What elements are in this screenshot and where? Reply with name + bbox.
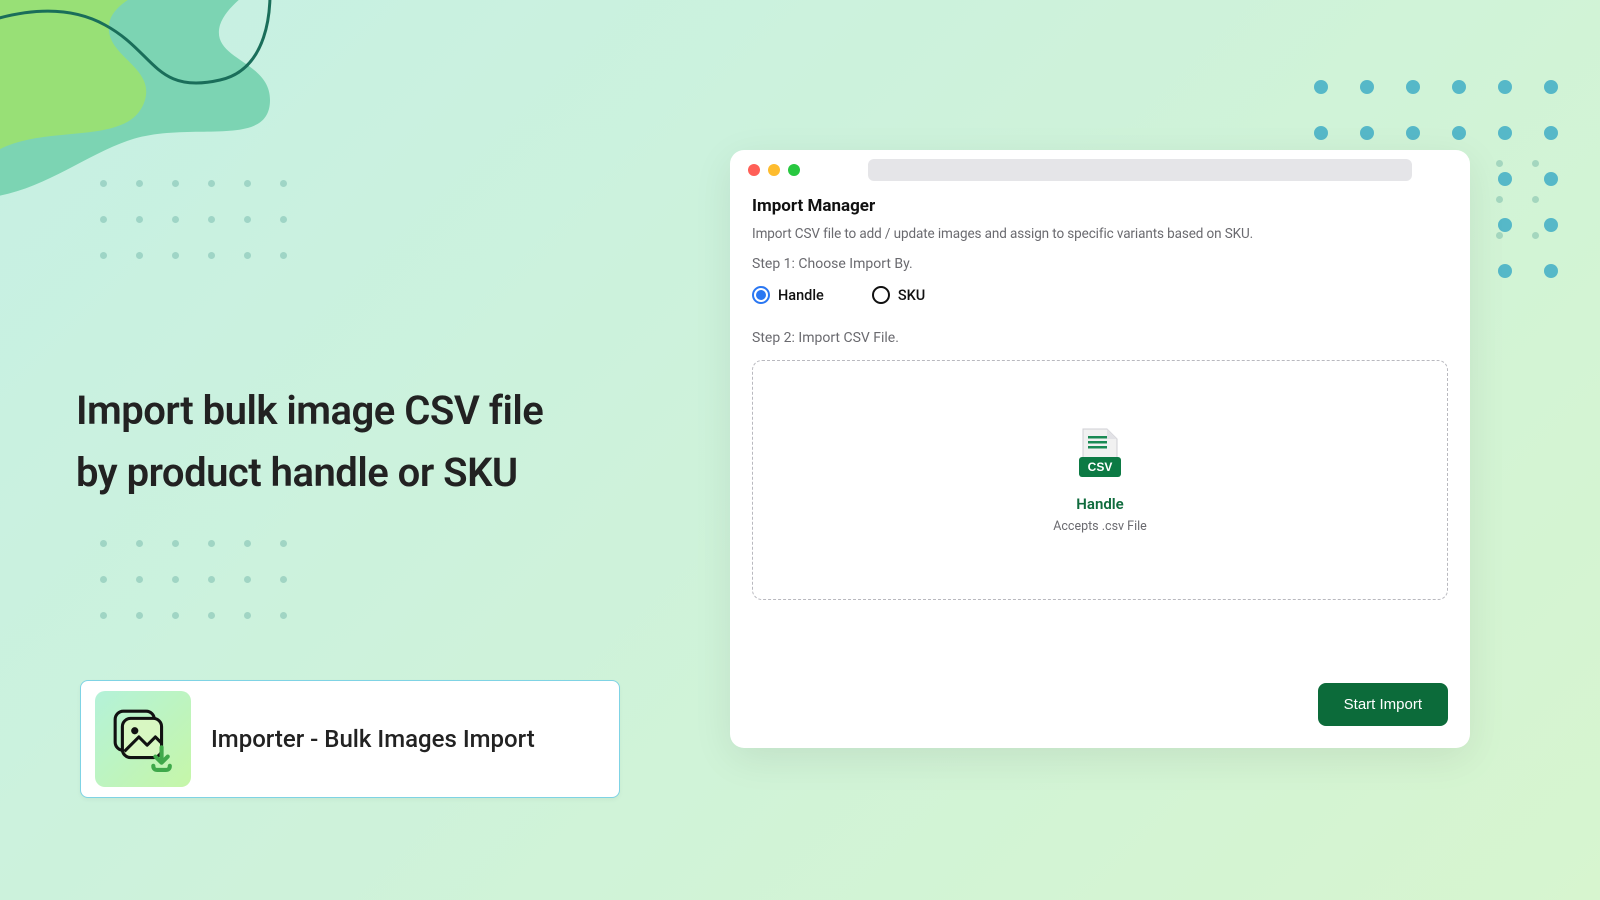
section-title: Import Manager <box>752 196 1448 216</box>
gallery-download-icon <box>110 706 176 772</box>
window-titlebar <box>730 150 1470 190</box>
address-bar[interactable] <box>868 159 1412 181</box>
csv-badge-text: CSV <box>1088 460 1113 474</box>
app-card[interactable]: Importer - Bulk Images Import <box>80 680 620 798</box>
csv-file-icon: CSV <box>1077 427 1123 479</box>
import-by-radio-group: Handle SKU <box>752 286 1448 304</box>
radio-icon <box>752 286 770 304</box>
window-minimize-icon[interactable] <box>768 164 780 176</box>
app-window: Import Manager Import CSV file to add / … <box>730 150 1470 748</box>
window-close-icon[interactable] <box>748 164 760 176</box>
csv-dropzone[interactable]: CSV Handle Accepts .csv File <box>752 360 1448 600</box>
radio-label: Handle <box>778 287 824 304</box>
radio-label: SKU <box>898 287 925 304</box>
step2-label: Step 2: Import CSV File. <box>752 330 1448 346</box>
start-import-button[interactable]: Start Import <box>1318 683 1448 726</box>
radio-icon <box>872 286 890 304</box>
step1-label: Step 1: Choose Import By. <box>752 256 1448 272</box>
decorative-dots-light <box>100 180 288 260</box>
dropzone-label: Handle <box>1076 495 1123 513</box>
hero-title-line1: Import bulk image CSV file <box>76 380 543 442</box>
window-maximize-icon[interactable] <box>788 164 800 176</box>
section-subtitle: Import CSV file to add / update images a… <box>752 226 1448 242</box>
app-card-title: Importer - Bulk Images Import <box>211 725 535 753</box>
hero-title-line2: by product handle or SKU <box>76 442 543 504</box>
decorative-dots-light <box>100 540 288 620</box>
app-icon-tile <box>95 691 191 787</box>
hero-title: Import bulk image CSV file by product ha… <box>76 380 543 504</box>
dropzone-sublabel: Accepts .csv File <box>1053 519 1147 534</box>
radio-option-sku[interactable]: SKU <box>872 286 925 304</box>
radio-option-handle[interactable]: Handle <box>752 286 824 304</box>
